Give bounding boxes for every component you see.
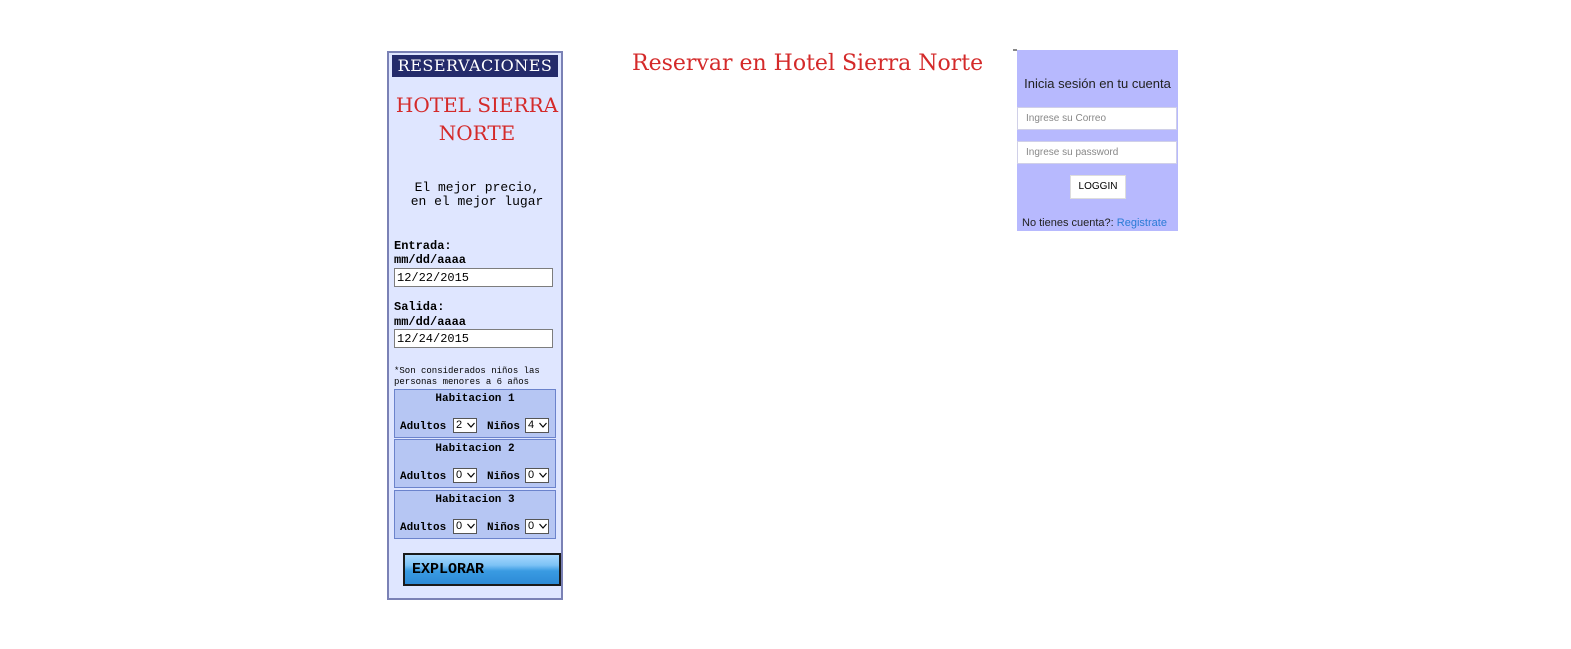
hotel-name: HOTEL SIERRA NORTE	[395, 93, 559, 145]
children-label: Niños	[487, 522, 521, 534]
no-account-text: No tienes cuenta?:	[1022, 217, 1114, 229]
room-2: Habitacion 2 Adultos 0 Niños 0	[394, 439, 556, 488]
adults-label: Adultos	[400, 421, 447, 433]
login-panel: Inicia sesión en tu cuenta LOGGIN No tie…	[1017, 50, 1178, 231]
children-label: Niños	[487, 421, 521, 433]
select-value: 0	[456, 469, 463, 481]
select-value: 4	[528, 419, 535, 431]
select-value: 2	[456, 419, 463, 431]
slogan: El mejor precio, en el mejor lugar	[389, 181, 565, 209]
children-label: Niños	[487, 471, 521, 483]
checkin-label: Entrada:	[394, 239, 452, 253]
register-prompt: No tienes cuenta?: Registrate	[1022, 216, 1167, 230]
checkout-label: Salida:	[394, 300, 445, 314]
chevron-down-icon	[467, 422, 475, 428]
explore-button[interactable]: EXPLORAR	[403, 553, 561, 586]
slogan-line-1: El mejor precio,	[414, 180, 540, 195]
register-link[interactable]: Registrate	[1117, 217, 1167, 229]
select-value: 0	[528, 469, 535, 481]
room-title: Habitacion 1	[435, 393, 515, 405]
room-1-children-select[interactable]: 4	[525, 418, 549, 433]
select-value: 0	[528, 520, 535, 532]
room-1-adults-select[interactable]: 2	[453, 418, 477, 433]
checkout-date-input[interactable]	[394, 329, 553, 348]
room-title: Habitacion 3	[435, 494, 515, 506]
reservation-header: RESERVACIONES	[392, 55, 558, 77]
page-title: Reservar en Hotel Sierra Norte	[632, 51, 984, 76]
adults-label: Adultos	[400, 471, 447, 483]
checkin-format: mm/dd/aaaa	[394, 253, 467, 267]
slogan-line-2: en el mejor lugar	[410, 194, 544, 209]
chevron-down-icon	[539, 523, 547, 529]
chevron-down-icon	[467, 472, 475, 478]
chevron-down-icon	[467, 523, 475, 529]
email-field[interactable]	[1017, 107, 1177, 130]
adults-label: Adultos	[400, 522, 447, 534]
checkout-format: mm/dd/aaaa	[394, 315, 467, 329]
login-title: Inicia sesión en tu cuenta	[1024, 76, 1171, 91]
login-button[interactable]: LOGGIN	[1070, 175, 1126, 199]
room-title: Habitacion 2	[435, 443, 515, 455]
room-2-children-select[interactable]: 0	[525, 468, 549, 483]
chevron-down-icon	[539, 472, 547, 478]
room-3: Habitacion 3 Adultos 0 Niños 0	[394, 490, 556, 539]
children-note: *Son considerados niños las personas men…	[394, 366, 540, 387]
password-field[interactable]	[1017, 141, 1177, 164]
room-3-adults-select[interactable]: 0	[453, 519, 477, 534]
checkin-date-input[interactable]	[394, 268, 553, 287]
select-value: 0	[456, 520, 463, 532]
room-3-children-select[interactable]: 0	[525, 519, 549, 534]
room-1: Habitacion 1 Adultos 2 Niños 4	[394, 389, 556, 438]
chevron-down-icon	[539, 422, 547, 428]
reservation-panel: RESERVACIONES HOTEL SIERRA NORTE El mejo…	[387, 51, 563, 600]
room-2-adults-select[interactable]: 0	[453, 468, 477, 483]
